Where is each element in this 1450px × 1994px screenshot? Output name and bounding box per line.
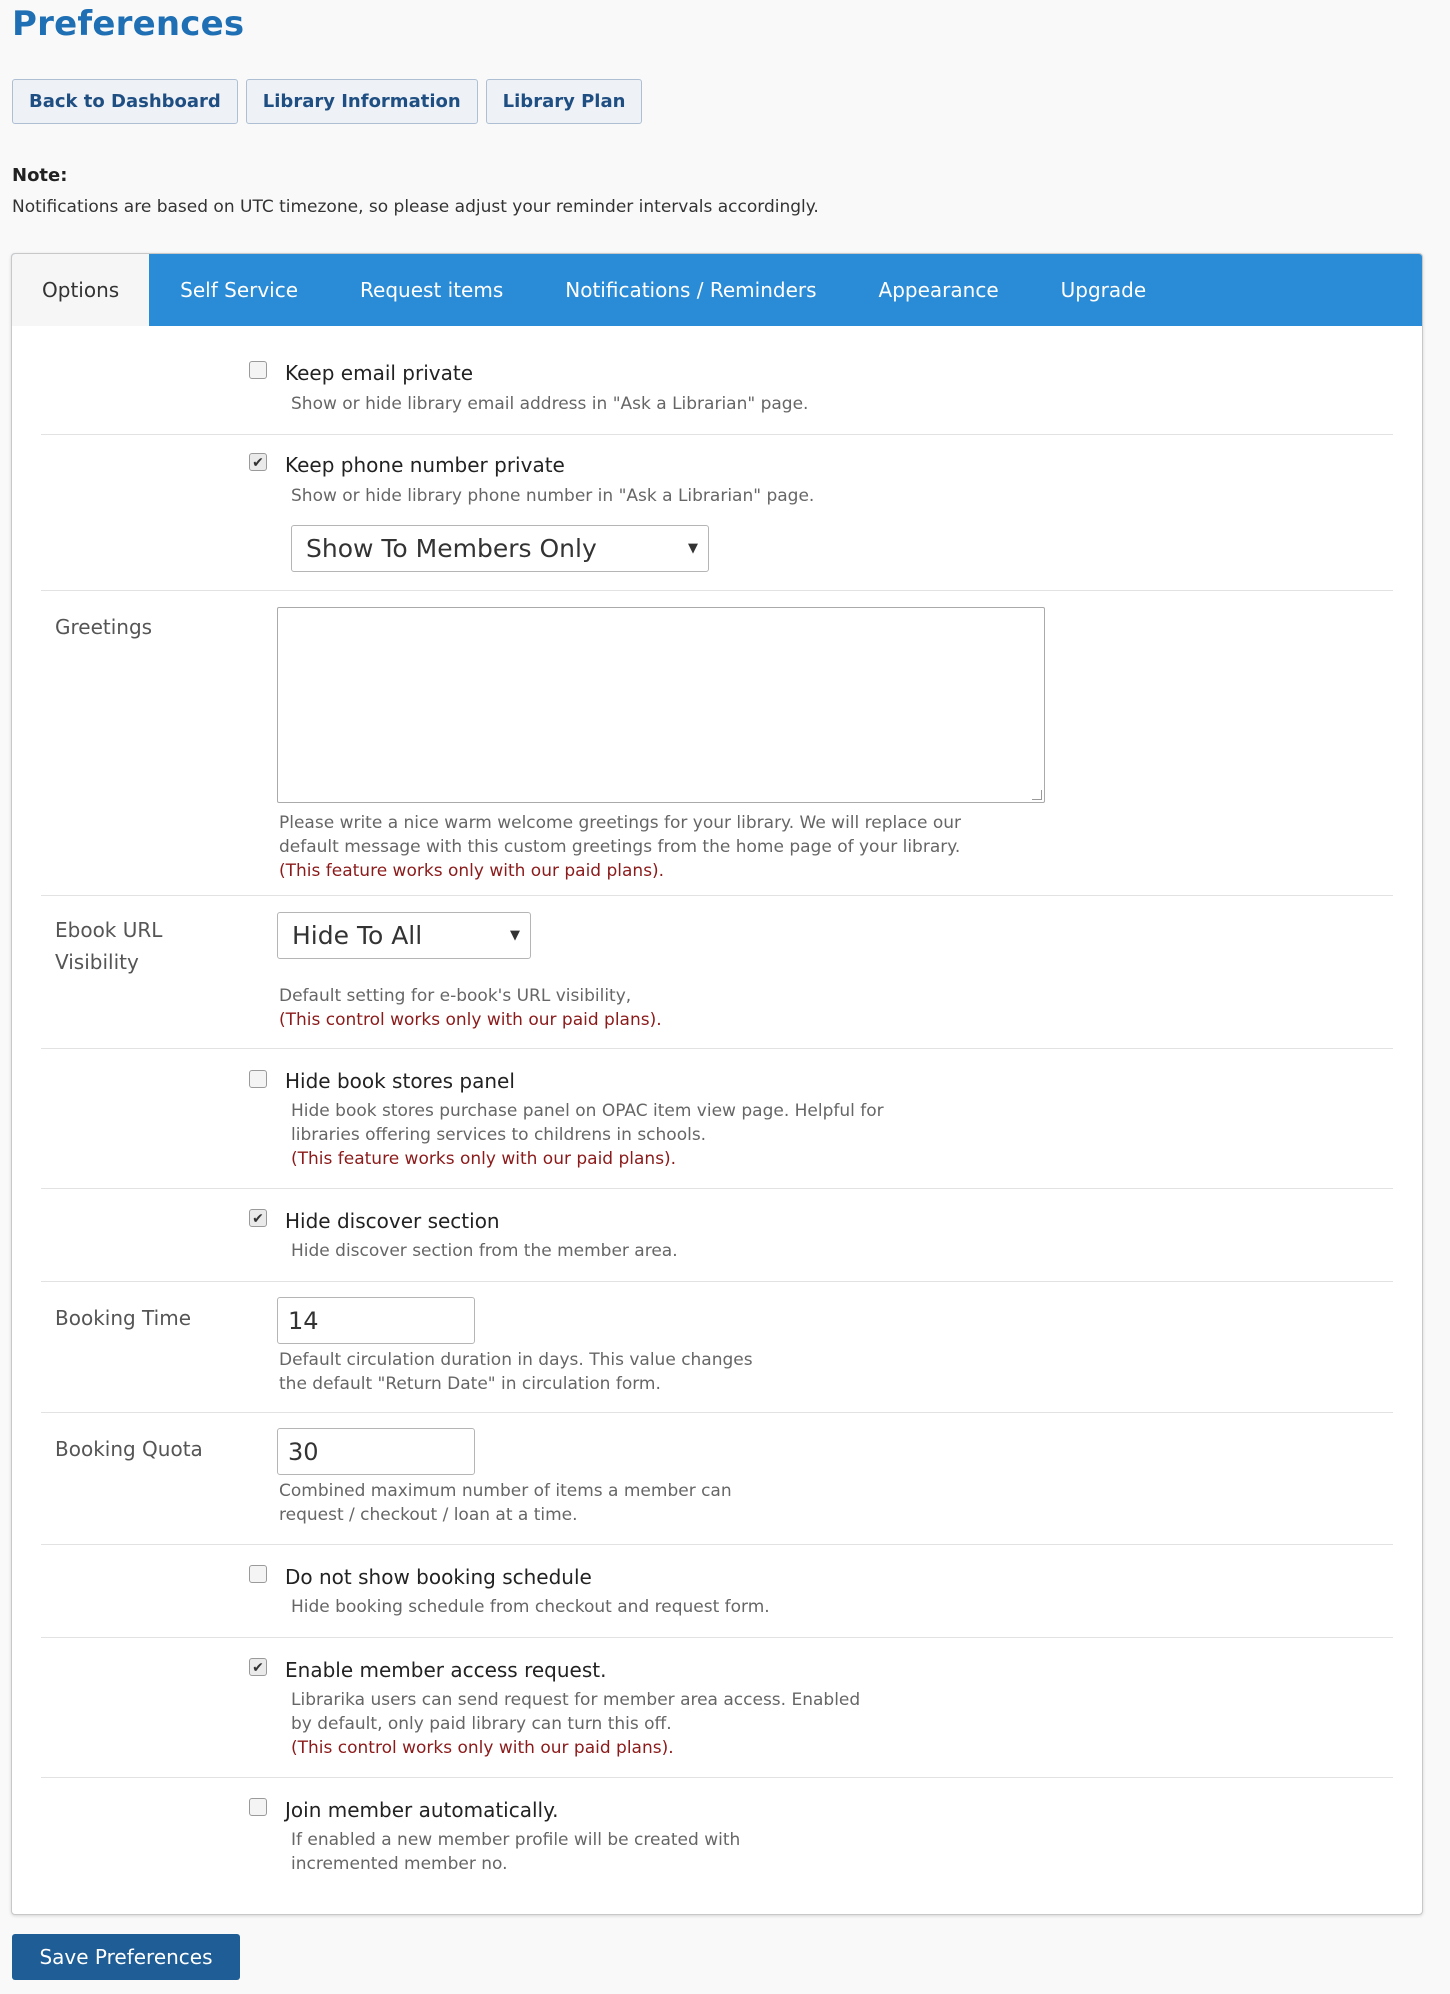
booking-quota-help-line-2: request / checkout / loan at a time. [279, 1505, 578, 1525]
ebook-url-label-line-2: Visibility [55, 950, 139, 974]
note-label: Note: [12, 165, 68, 186]
save-preferences-button[interactable]: Save Preferences [12, 1934, 240, 1980]
booking-quota-label: Booking Quota [55, 1437, 203, 1461]
library-information-button[interactable]: Library Information [245, 79, 478, 124]
keep-phone-checkbox[interactable]: ✔ [249, 453, 267, 471]
tab-request-items[interactable]: Request items [329, 254, 534, 326]
no-booking-schedule-label: Do not show booking schedule [285, 1565, 592, 1589]
back-to-dashboard-button[interactable]: Back to Dashboard [12, 79, 238, 124]
member-access-paid-warning: (This control works only with our paid p… [291, 1738, 674, 1758]
tab-self-service[interactable]: Self Service [149, 254, 329, 326]
booking-time-help: Default circulation duration in days. Th… [279, 1348, 753, 1396]
booking-time-help-line-2: the default "Return Date" in circulation… [279, 1374, 661, 1394]
option-row-booking-time: Booking Time 14 Default circulation dura… [41, 1282, 1393, 1413]
option-row-booking-quota: Booking Quota 30 Combined maximum number… [41, 1413, 1393, 1545]
ebook-url-label: Ebook URL Visibility [55, 914, 162, 978]
checkmark-icon: ✔ [252, 1659, 264, 1675]
tab-bar: Options Self Service Request items Notif… [12, 254, 1422, 326]
booking-time-input[interactable]: 14 [277, 1297, 475, 1344]
option-row-ebook-url: Ebook URL Visibility Hide To All ▼ Defau… [41, 896, 1393, 1049]
greetings-help-line-1: Please write a nice warm welcome greetin… [279, 813, 962, 833]
join-auto-help: If enabled a new member profile will be … [291, 1828, 740, 1876]
member-access-help-line-1: Librarika users can send request for mem… [291, 1690, 861, 1710]
hide-book-stores-help-line-1: Hide book stores purchase panel on OPAC … [291, 1101, 884, 1121]
no-booking-schedule-checkbox[interactable] [249, 1565, 267, 1583]
library-plan-button[interactable]: Library Plan [485, 79, 643, 124]
join-auto-checkbox[interactable] [249, 1798, 267, 1816]
join-auto-label: Join member automatically. [285, 1798, 559, 1822]
keep-phone-help: Show or hide library phone number in "As… [291, 486, 815, 506]
member-access-checkbox[interactable]: ✔ [249, 1658, 267, 1676]
phone-visibility-select[interactable]: Show To Members Only ▼ [291, 525, 709, 572]
ebook-url-help: Default setting for e-book's URL visibil… [279, 984, 662, 1032]
greetings-help-line-2: default message with this custom greetin… [279, 837, 961, 857]
hide-book-stores-help-line-2: libraries offering services to childrens… [291, 1125, 707, 1145]
option-row-greetings: Greetings Please write a nice warm welco… [41, 591, 1393, 896]
hide-discover-label: Hide discover section [285, 1209, 500, 1233]
no-booking-schedule-help: Hide booking schedule from checkout and … [291, 1597, 770, 1617]
booking-time-label: Booking Time [55, 1306, 192, 1330]
chevron-down-icon: ▼ [510, 928, 520, 943]
hide-book-stores-paid-warning: (This feature works only with our paid p… [291, 1149, 677, 1169]
option-row-hide-book-stores: Hide book stores panel Hide book stores … [41, 1049, 1393, 1189]
hide-book-stores-checkbox[interactable] [249, 1070, 267, 1088]
greetings-label: Greetings [55, 615, 153, 639]
option-row-keep-email: Keep email private Show or hide library … [41, 326, 1393, 435]
resize-grip-icon[interactable] [1032, 790, 1042, 800]
hide-discover-checkbox[interactable]: ✔ [249, 1209, 267, 1227]
keep-email-label: Keep email private [285, 361, 474, 385]
booking-quota-help-line-1: Combined maximum number of items a membe… [279, 1481, 732, 1501]
ebook-url-value: Hide To All [292, 921, 423, 950]
preferences-panel: Options Self Service Request items Notif… [11, 253, 1423, 1915]
keep-phone-label: Keep phone number private [285, 453, 565, 477]
join-auto-help-line-2: incremented member no. [291, 1854, 508, 1874]
option-row-hide-discover: ✔ Hide discover section Hide discover se… [41, 1189, 1393, 1282]
options-list: Keep email private Show or hide library … [41, 326, 1393, 1908]
ebook-url-paid-warning: (This control works only with our paid p… [279, 1010, 662, 1030]
tab-notifications-reminders[interactable]: Notifications / Reminders [534, 254, 847, 326]
member-access-help-line-2: by default, only paid library can turn t… [291, 1714, 672, 1734]
ebook-url-select[interactable]: Hide To All ▼ [277, 912, 531, 959]
booking-quota-help: Combined maximum number of items a membe… [279, 1479, 732, 1527]
join-auto-help-line-1: If enabled a new member profile will be … [291, 1830, 741, 1850]
booking-quota-input[interactable]: 30 [277, 1428, 475, 1475]
note-text: Notifications are based on UTC timezone,… [12, 197, 819, 217]
hide-book-stores-help: Hide book stores purchase panel on OPAC … [291, 1099, 884, 1171]
booking-time-help-line-1: Default circulation duration in days. Th… [279, 1350, 753, 1370]
page-title: Preferences [12, 4, 245, 44]
ebook-url-label-line-1: Ebook URL [55, 918, 163, 942]
member-access-label: Enable member access request. [285, 1658, 607, 1682]
ebook-url-help-line: Default setting for e-book's URL visibil… [279, 986, 632, 1006]
tab-appearance[interactable]: Appearance [848, 254, 1030, 326]
option-row-join-auto: Join member automatically. If enabled a … [41, 1778, 1393, 1908]
option-row-member-access: ✔ Enable member access request. Librarik… [41, 1638, 1393, 1778]
checkmark-icon: ✔ [252, 1210, 264, 1226]
greetings-textarea[interactable] [277, 607, 1045, 803]
tab-upgrade[interactable]: Upgrade [1030, 254, 1178, 326]
tab-options[interactable]: Options [12, 254, 150, 326]
option-row-keep-phone: ✔ Keep phone number private Show or hide… [41, 435, 1393, 591]
keep-email-help: Show or hide library email address in "A… [291, 394, 809, 414]
member-access-help: Librarika users can send request for mem… [291, 1688, 860, 1760]
phone-visibility-value: Show To Members Only [306, 534, 597, 563]
greetings-paid-warning: (This feature works only with our paid p… [279, 861, 665, 881]
top-nav: Back to Dashboard Library Information Li… [12, 79, 643, 124]
checkmark-icon: ✔ [252, 454, 264, 470]
hide-discover-help: Hide discover section from the member ar… [291, 1241, 678, 1261]
hide-book-stores-label: Hide book stores panel [285, 1069, 515, 1093]
greetings-help: Please write a nice warm welcome greetin… [279, 811, 961, 883]
keep-email-checkbox[interactable] [249, 361, 267, 379]
option-row-no-booking-schedule: Do not show booking schedule Hide bookin… [41, 1545, 1393, 1638]
chevron-down-icon: ▼ [688, 541, 698, 556]
